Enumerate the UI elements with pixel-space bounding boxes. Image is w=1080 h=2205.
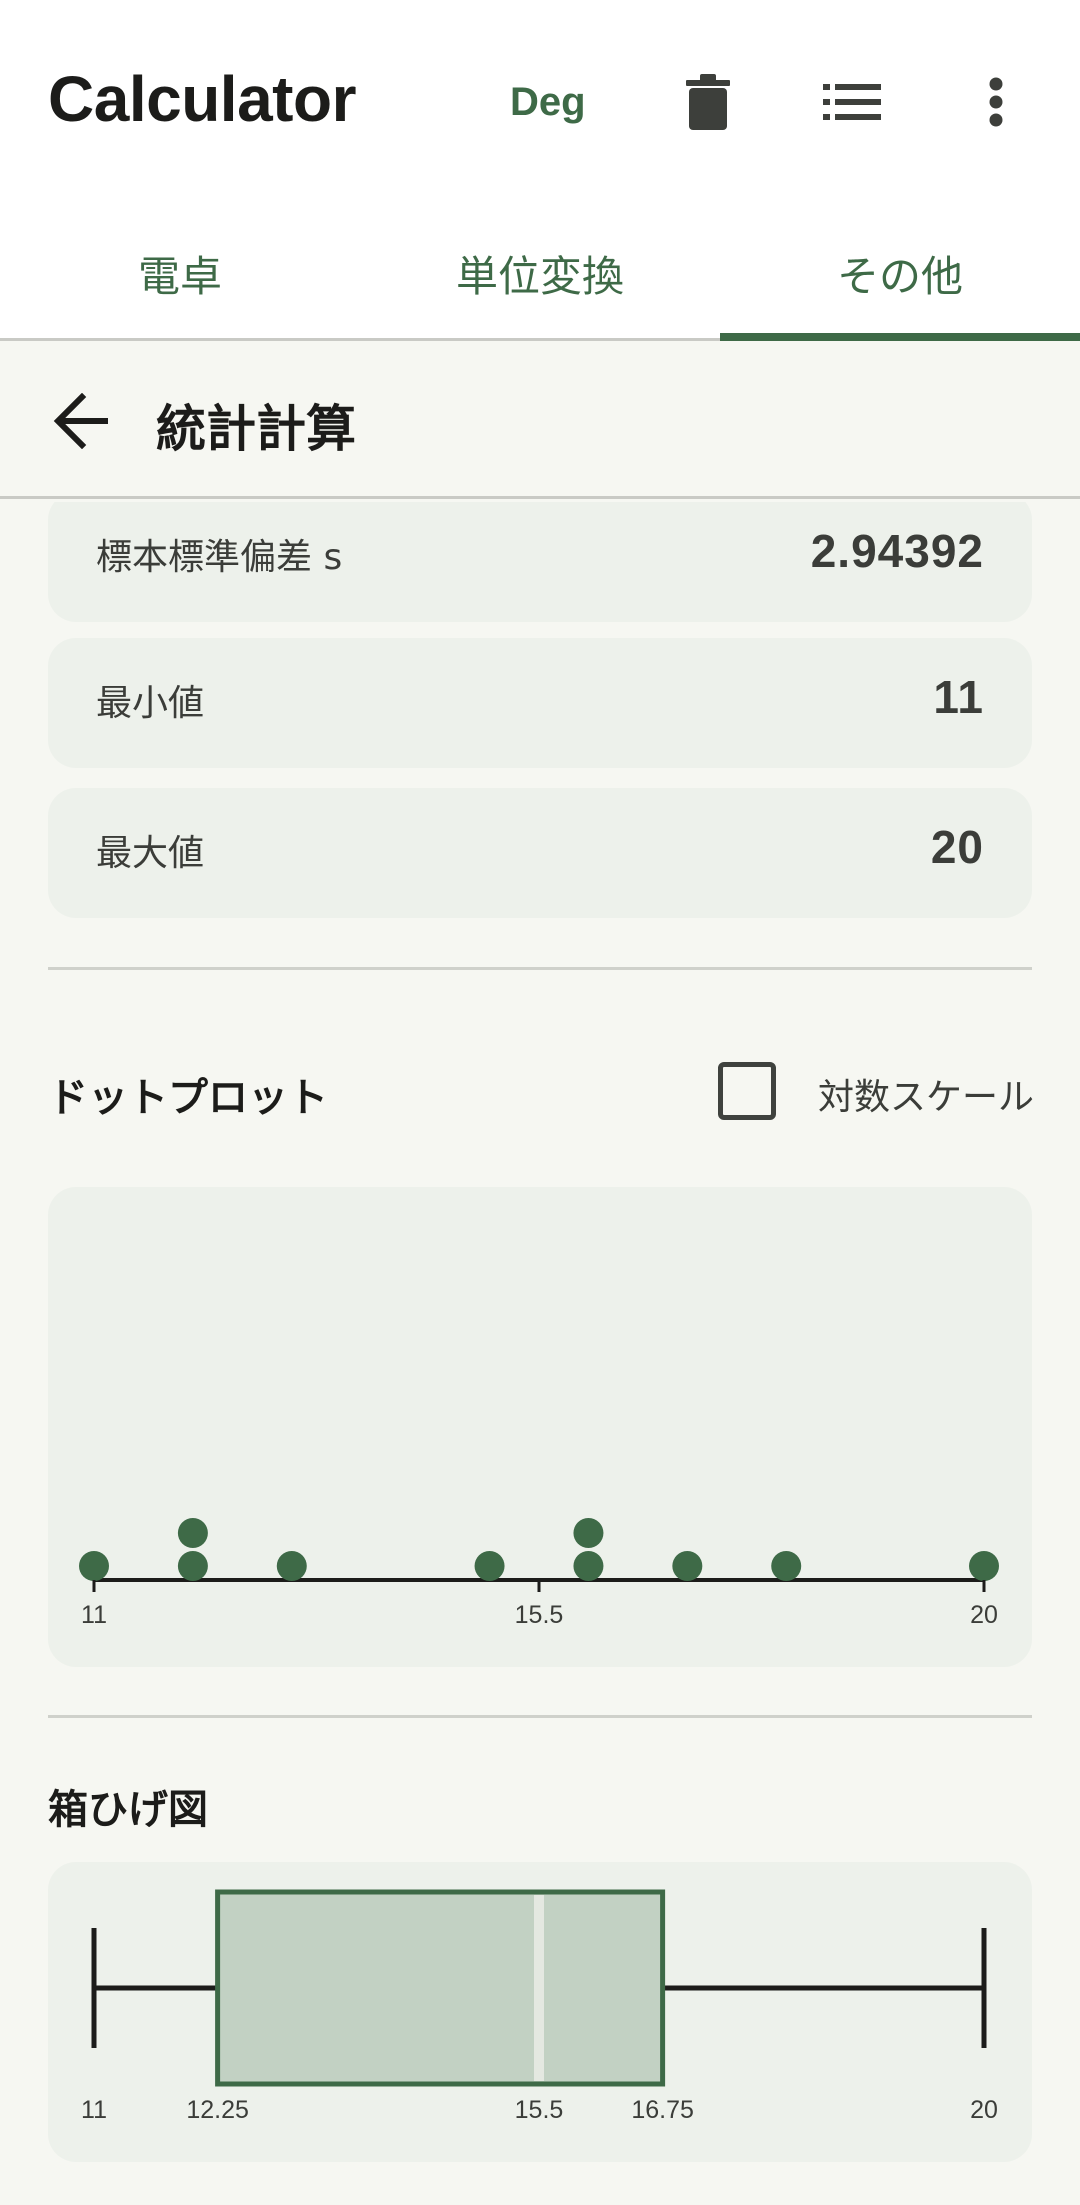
data-dot <box>771 1551 802 1581</box>
angle-mode-button[interactable]: Deg <box>510 80 586 125</box>
box-tick-label: 12.25 <box>186 2096 249 2124</box>
box-plot-card: 11 12.25 15.5 16.75 20 <box>48 1862 1032 2162</box>
app-bar: Calculator Deg <box>0 0 1080 205</box>
stat-label: 最小値 <box>96 683 205 724</box>
box-tick-label: 15.5 <box>515 2096 564 2124</box>
data-dot <box>969 1551 999 1581</box>
data-dot <box>474 1551 505 1581</box>
divider <box>48 1715 1032 1718</box>
data-dot <box>177 1518 208 1548</box>
box-tick-label: 20 <box>970 2096 998 2124</box>
stat-label: 最大値 <box>96 833 205 874</box>
box-plot-chart: 11 12.25 15.5 16.75 20 <box>81 1889 998 2124</box>
box-tick-label: 11 <box>81 2096 107 2124</box>
stat-row-max: 最大値 20 <box>48 788 1032 918</box>
x-tick-label: 15.5 <box>515 1601 564 1629</box>
data-dot <box>177 1551 208 1581</box>
box-plot-title: 箱ひげ図 <box>48 1787 208 1833</box>
tab-calculator[interactable]: 電卓 <box>0 243 360 304</box>
stat-value: 11 <box>933 671 984 723</box>
back-arrow-icon[interactable] <box>52 392 112 450</box>
x-tick-label: 11 <box>81 1601 107 1629</box>
tab-other[interactable]: その他 <box>720 243 1080 304</box>
app-title: Calculator <box>48 63 356 135</box>
stats-content[interactable]: 標本標準偏差 s 2.94392 最小値 11 最大値 20 ドットプロット 対… <box>0 502 1080 2205</box>
stat-row-sample-std: 標本標準偏差 s 2.94392 <box>48 502 1032 622</box>
sub-header: 統計計算 <box>0 341 1080 499</box>
log-scale-checkbox[interactable] <box>718 1062 776 1120</box>
stat-value: 20 <box>930 821 984 873</box>
data-dot <box>276 1551 307 1581</box>
x-tick-label: 20 <box>970 1601 998 1629</box>
median-line <box>534 1895 544 2081</box>
dot-plot-title: ドットプロット <box>48 1075 328 1121</box>
data-dot <box>79 1551 109 1581</box>
more-vert-icon[interactable] <box>970 66 1022 138</box>
tab-unit-conversion[interactable]: 単位変換 <box>360 243 720 304</box>
page-title: 統計計算 <box>156 400 356 458</box>
log-scale-label[interactable]: 対数スケール <box>818 1068 1034 1120</box>
dot-plot-chart: 11 15.5 20 <box>79 1518 999 1629</box>
stat-value: 2.94392 <box>810 525 984 577</box>
list-icon[interactable] <box>818 70 886 134</box>
stat-row-min: 最小値 11 <box>48 638 1032 768</box>
iqr-box <box>215 1889 666 2087</box>
box-tick-label: 16.75 <box>631 2096 694 2124</box>
data-dot <box>573 1551 604 1581</box>
data-dot <box>672 1551 703 1581</box>
trash-icon[interactable] <box>676 66 740 138</box>
tab-bar: 電卓 単位変換 その他 <box>0 205 1080 343</box>
stat-label: 標本標準偏差 s <box>96 537 343 578</box>
divider <box>48 967 1032 970</box>
data-dot <box>573 1518 604 1548</box>
dot-plot-card: 11 15.5 20 <box>48 1187 1032 1667</box>
